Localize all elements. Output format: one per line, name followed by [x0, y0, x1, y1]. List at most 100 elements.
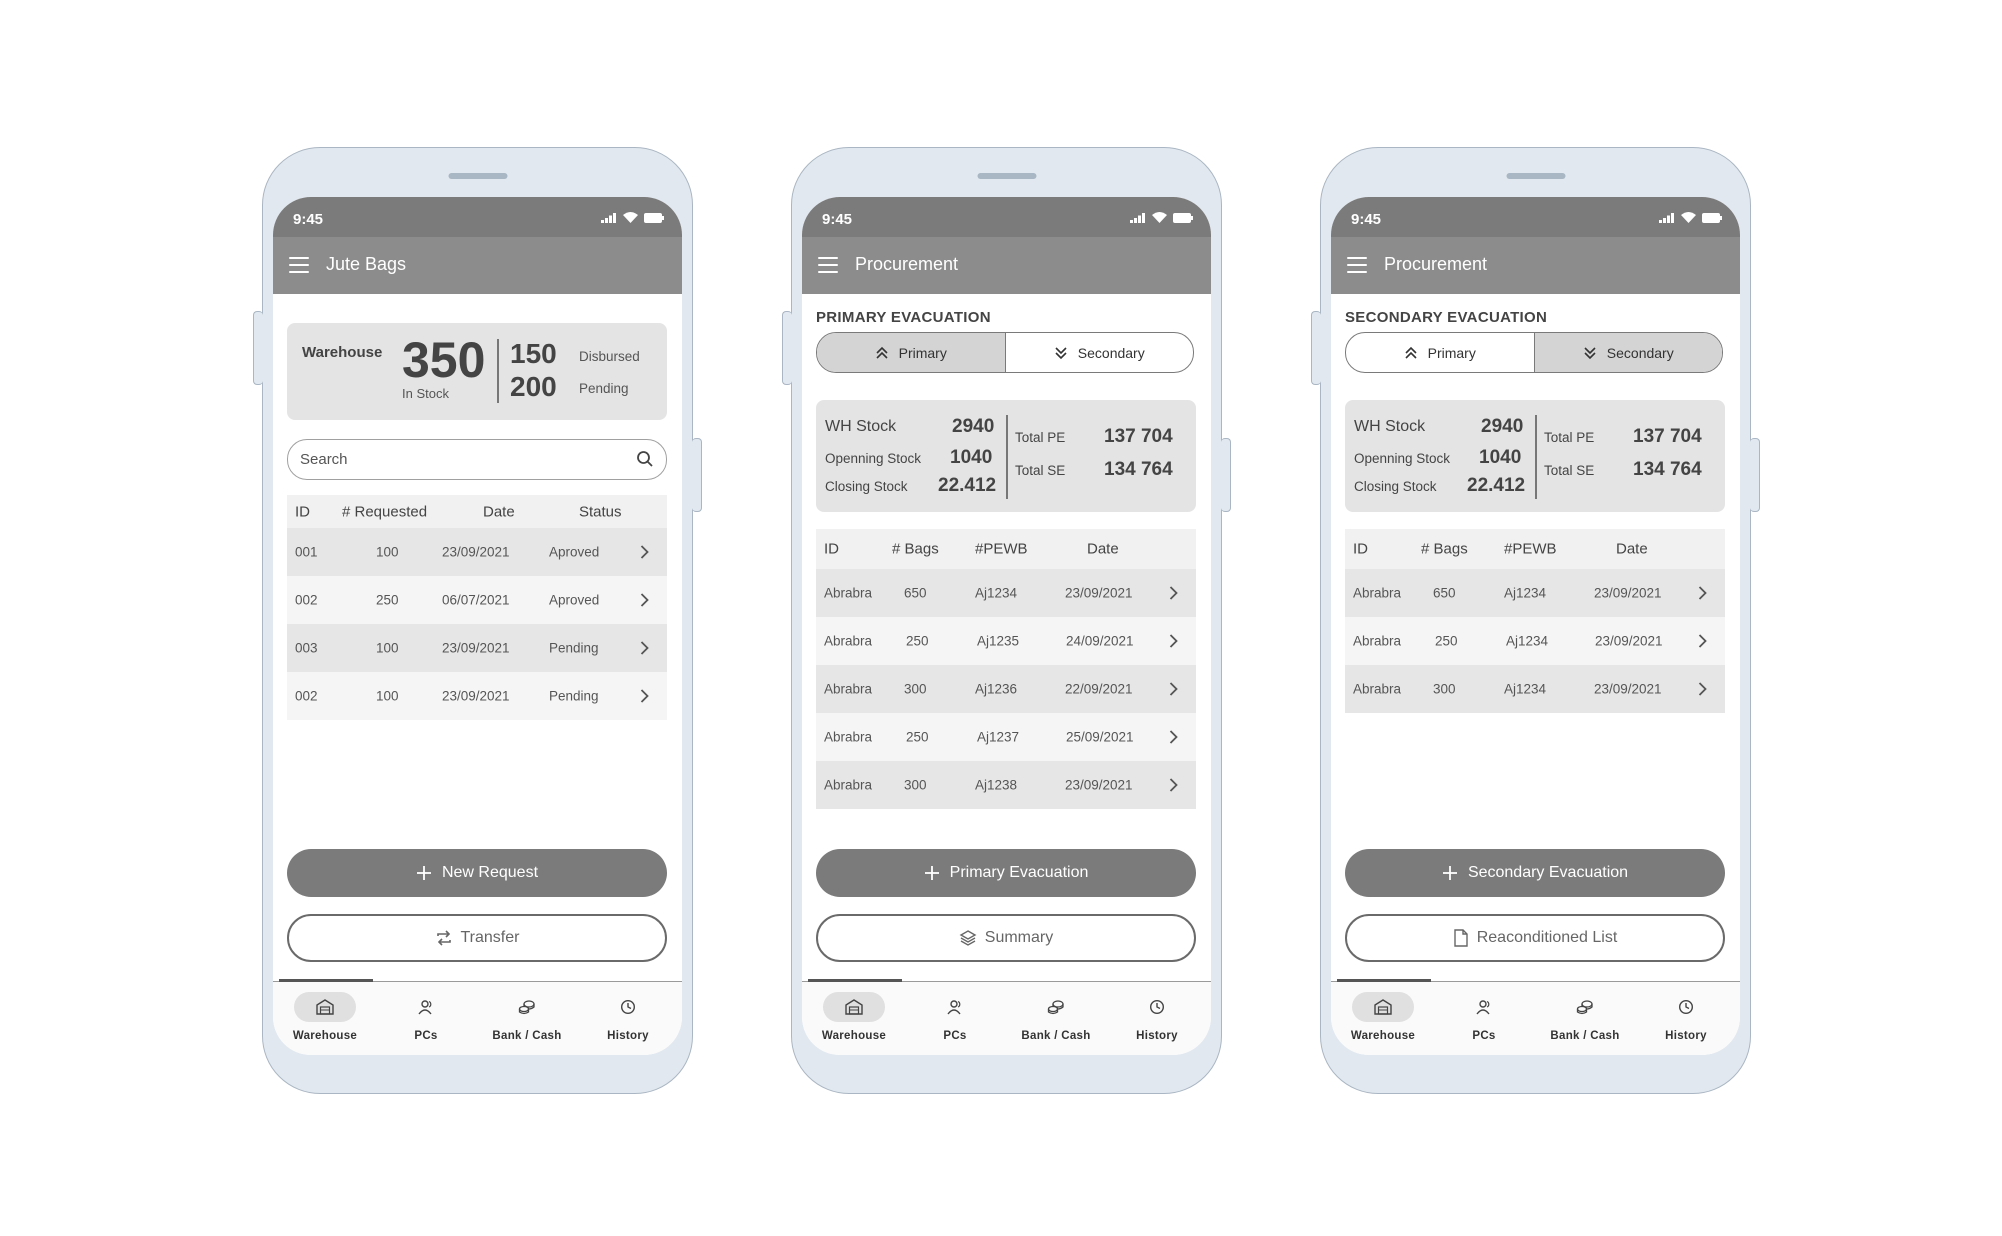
total-se-value: 134 764 [1633, 459, 1702, 480]
chevron-right-icon[interactable] [1698, 634, 1707, 649]
cell-id: 001 [295, 544, 318, 560]
coins-icon [1047, 1000, 1064, 1015]
column-header: Date [1616, 540, 1648, 558]
chevron-right-icon[interactable] [1698, 682, 1707, 697]
table-row[interactable]: Abrabra 300 Aj1236 22/09/2021 [816, 665, 1196, 713]
chevron-right-icon[interactable] [1169, 586, 1178, 601]
table-row[interactable]: Abrabra 250 Aj1235 24/09/2021 [816, 617, 1196, 665]
tab-primary[interactable]: Primary [817, 333, 1006, 372]
total-pe-label: Total PE [1544, 430, 1595, 445]
reconditioned-list-button[interactable]: Reaconditioned List [1345, 914, 1725, 962]
cell-status: Aproved [549, 592, 600, 608]
phone-mockup-secondary-evacuation: 9:45 Procurement SECONDARY EVACUATION Pr… [1311, 147, 1760, 1094]
search-input[interactable]: Search [287, 439, 667, 480]
battery-icon [1173, 213, 1193, 223]
status-time: 9:45 [1351, 211, 1382, 228]
in-stock-label: In Stock [402, 386, 449, 401]
table-row[interactable]: Abrabra 300 Aj1238 23/09/2021 [816, 761, 1196, 809]
tab-primary[interactable]: Primary [1346, 333, 1535, 372]
button-label: Summary [984, 929, 1054, 946]
menu-icon[interactable] [818, 257, 838, 273]
table-row[interactable]: 001 100 23/09/2021 Aproved [287, 528, 667, 576]
side-button [253, 311, 263, 385]
column-header: # Requested [342, 503, 428, 520]
cell-bags: 250 [906, 633, 929, 649]
column-header: # Bags [892, 540, 939, 558]
nav-item-warehouse[interactable]: Warehouse [1333, 982, 1433, 1055]
status-bar: 9:45 [273, 197, 682, 237]
document-icon [1454, 929, 1468, 947]
opening-stock-label: Openning Stock [1354, 451, 1451, 466]
side-button [692, 438, 702, 512]
wh-stock-label: WH Stock [1354, 418, 1426, 435]
cell-bags: 300 [904, 777, 927, 793]
summary-button[interactable]: Summary [816, 914, 1196, 962]
evacuation-tabs: Primary Secondary [816, 332, 1194, 373]
chevrons-up-icon [876, 346, 888, 359]
column-header: ID [295, 503, 310, 520]
table-row[interactable]: 003 100 23/09/2021 Pending [287, 624, 667, 672]
chevrons-up-icon [1405, 346, 1417, 359]
total-pe-value: 137 704 [1633, 426, 1702, 447]
chevrons-down-icon [1584, 346, 1596, 359]
secondary-evacuation-button[interactable]: Secondary Evacuation [1345, 849, 1725, 897]
screen: 9:45 Procurement PRIMARY EVACUATION Prim… [802, 197, 1211, 1055]
cell-requested: 100 [376, 640, 399, 656]
table-row[interactable]: Abrabra 250 Aj1234 23/09/2021 [1345, 617, 1725, 665]
chevron-right-icon[interactable] [1169, 778, 1178, 793]
nav-item-warehouse[interactable]: Warehouse [804, 982, 904, 1055]
total-se-label: Total SE [1015, 463, 1066, 478]
nav-item-bank-cash[interactable]: Bank / Cash [477, 982, 577, 1055]
search-icon[interactable] [636, 450, 654, 468]
nav-item-pcs[interactable]: PCs [905, 982, 1005, 1055]
chevron-right-icon[interactable] [1169, 634, 1178, 649]
total-se-label: Total SE [1544, 463, 1595, 478]
primary-evacuation-button[interactable]: Primary Evacuation [816, 849, 1196, 897]
table-row[interactable]: 002 100 23/09/2021 Pending [287, 672, 667, 720]
nav-item-pcs[interactable]: PCs [1434, 982, 1534, 1055]
chevron-right-icon[interactable] [640, 641, 649, 656]
nav-label: History [607, 1030, 649, 1042]
new-request-button[interactable]: New Request [287, 849, 667, 897]
chevron-right-icon[interactable] [640, 593, 649, 608]
chevron-right-icon[interactable] [1169, 730, 1178, 745]
total-pe-label: Total PE [1015, 430, 1066, 445]
table-row[interactable]: Abrabra 250 Aj1237 25/09/2021 [816, 713, 1196, 761]
table-row[interactable]: 002 250 06/07/2021 Aproved [287, 576, 667, 624]
chevron-right-icon[interactable] [1169, 682, 1178, 697]
nav-item-pcs[interactable]: PCs [376, 982, 476, 1055]
nav-item-history[interactable]: History [578, 982, 678, 1055]
status-time: 9:45 [293, 211, 324, 228]
table-row[interactable]: Abrabra 300 Aj1234 23/09/2021 [1345, 665, 1725, 713]
button-label: Reaconditioned List [1476, 929, 1618, 946]
nav-item-history[interactable]: History [1636, 982, 1736, 1055]
chevron-right-icon[interactable] [640, 545, 649, 560]
nav-item-warehouse[interactable]: Warehouse [275, 982, 375, 1055]
chevron-right-icon[interactable] [1698, 586, 1707, 601]
table-row[interactable]: Abrabra 650 Aj1234 23/09/2021 [1345, 569, 1725, 617]
transfer-button[interactable]: Transfer [287, 914, 667, 962]
cell-pewb: Aj1234 [1506, 633, 1549, 649]
nav-item-bank-cash[interactable]: Bank / Cash [1006, 982, 1106, 1055]
menu-icon[interactable] [1347, 257, 1367, 273]
tab-secondary[interactable]: Secondary [1006, 333, 1194, 372]
tab-secondary[interactable]: Secondary [1534, 333, 1722, 372]
nav-item-bank-cash[interactable]: Bank / Cash [1535, 982, 1635, 1055]
cell-date: 23/09/2021 [442, 688, 510, 704]
chevron-right-icon[interactable] [640, 689, 649, 704]
app-bar: Procurement [1331, 237, 1740, 294]
opening-stock-label: Openning Stock [825, 451, 922, 466]
tab-label: Secondary [1606, 344, 1674, 361]
nav-item-history[interactable]: History [1107, 982, 1207, 1055]
nav-label: PCs [943, 1030, 967, 1042]
cell-date: 22/09/2021 [1065, 681, 1133, 697]
menu-icon[interactable] [289, 257, 309, 273]
page-title: Procurement [855, 254, 959, 274]
cell-id: Abrabra [824, 777, 873, 793]
table-row[interactable]: Abrabra 650 Aj1234 23/09/2021 [816, 569, 1196, 617]
cell-date: 06/07/2021 [442, 592, 510, 608]
screen: 9:45 Jute Bags Warehouse 350 In Stock 15… [273, 197, 682, 1055]
cell-bags: 300 [1433, 681, 1456, 697]
total-se-value: 134 764 [1104, 459, 1173, 480]
opening-stock-value: 1040 [950, 447, 993, 468]
